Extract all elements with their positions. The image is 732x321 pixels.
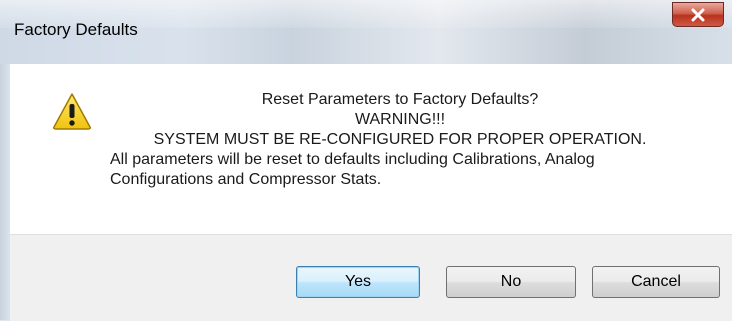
yes-button[interactable]: Yes	[296, 266, 420, 298]
dialog-footer: Yes No Cancel	[10, 234, 732, 321]
cancel-button[interactable]: Cancel	[592, 266, 720, 298]
no-button[interactable]: No	[446, 266, 576, 298]
message-line-system: SYSTEM MUST BE RE-CONFIGURED FOR PROPER …	[153, 131, 647, 148]
dialog-message: Reset Parameters to Factory Defaults? WA…	[110, 90, 690, 190]
message-line-question: Reset Parameters to Factory Defaults?	[261, 91, 539, 108]
message-line-details-1: All parameters will be reset to defaults…	[110, 151, 595, 168]
window-left-border	[0, 64, 10, 320]
title-bar: Factory Defaults	[0, 0, 732, 64]
message-line-details-2: Configurations and Compressor Stats.	[110, 171, 382, 188]
close-icon	[691, 8, 705, 21]
message-line-warning: WARNING!!!	[354, 111, 446, 128]
warning-icon	[53, 93, 91, 130]
close-button[interactable]	[672, 2, 724, 27]
window-title: Factory Defaults	[14, 20, 138, 39]
dialog-content: Reset Parameters to Factory Defaults? WA…	[10, 64, 732, 234]
